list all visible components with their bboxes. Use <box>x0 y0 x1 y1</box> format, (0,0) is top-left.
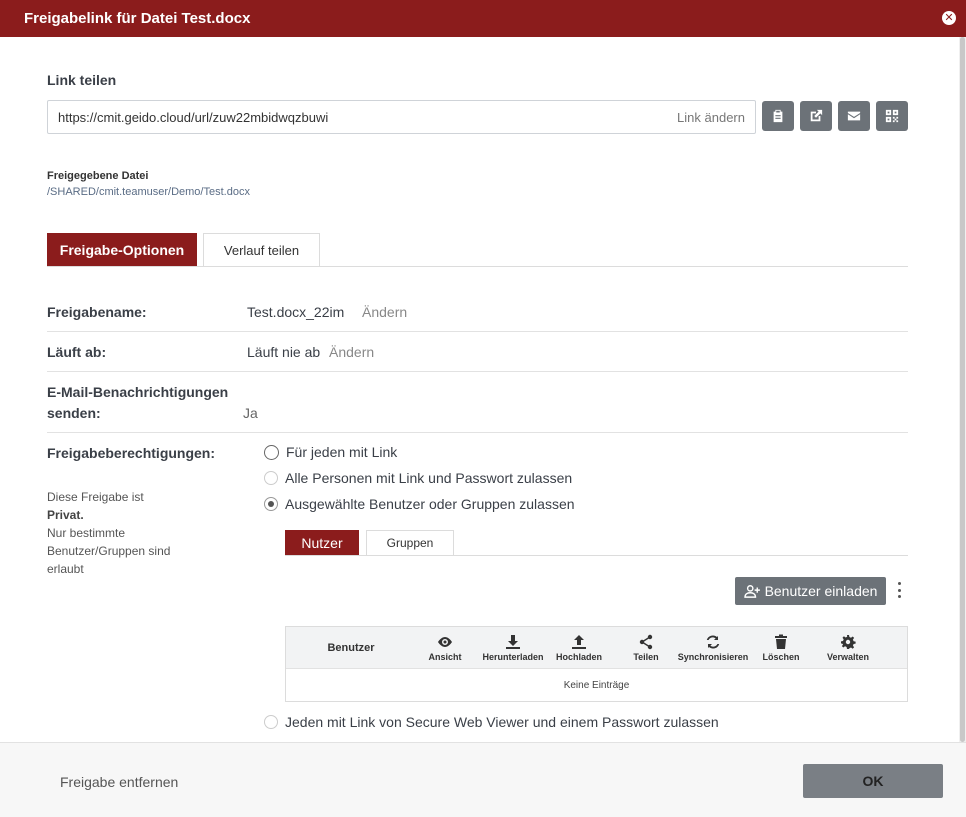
add-user-icon <box>743 585 760 598</box>
privacy-note-line: Nur bestimmte <box>47 526 126 540</box>
share-icon <box>639 634 653 650</box>
radio-button[interactable] <box>264 444 279 460</box>
column-download[interactable]: Herunterladen <box>478 627 548 669</box>
tab-users[interactable]: Nutzer <box>285 530 359 555</box>
share-link-url[interactable]: https://cmit.geido.cloud/url/zuw22mbidwq… <box>58 110 677 125</box>
column-download-label: Herunterladen <box>482 652 544 662</box>
permission-selected-users[interactable]: Ausgewählte Benutzer oder Gruppen zulass… <box>264 496 575 512</box>
privacy-note-line: erlaubt <box>47 562 84 576</box>
email-button[interactable] <box>838 101 870 131</box>
privacy-note-line: Diese Freigabe ist <box>47 490 144 504</box>
dialog-footer: Freigabe entfernen OK <box>0 742 966 817</box>
email-notify-label-line2: senden: <box>47 405 101 421</box>
privacy-note-line: Benutzer/Gruppen sind <box>47 544 171 558</box>
permissions-label: Freigabeberechtigungen: <box>47 445 216 461</box>
email-notify-value[interactable]: Ja <box>243 405 258 421</box>
column-share-label: Teilen <box>633 652 659 662</box>
sync-icon <box>706 635 720 649</box>
remove-share-button[interactable]: Freigabe entfernen <box>60 774 178 790</box>
share-link-dialog: Freigabelink für Datei Test.docx ✕ Link … <box>0 0 966 817</box>
external-link-icon <box>810 109 823 122</box>
expires-change-link[interactable]: Ändern <box>329 344 374 360</box>
gear-icon <box>841 635 856 649</box>
ok-button[interactable]: OK <box>803 764 943 798</box>
column-upload-label: Hochladen <box>555 652 602 662</box>
invite-user-label: Benutzer einladen <box>764 583 878 599</box>
radio-button-selected[interactable] <box>264 497 278 511</box>
column-upload[interactable]: Hochladen <box>550 627 608 669</box>
permission-anyone-with-link[interactable]: Für jeden mit Link <box>264 444 397 460</box>
users-table: Benutzer Ansicht Herunterladen Hochladen… <box>285 626 908 702</box>
open-link-button[interactable] <box>800 101 832 131</box>
share-name-value: Test.docx_22im <box>247 304 345 320</box>
qr-code-icon <box>885 109 899 123</box>
clipboard-icon <box>773 109 783 123</box>
download-icon <box>506 635 520 649</box>
tabs-divider <box>47 266 908 267</box>
expires-label: Läuft ab: <box>47 344 107 360</box>
radio-label: Jeden mit Link von Secure Web Viewer und… <box>285 714 719 730</box>
invite-user-button[interactable]: Benutzer einladen <box>735 577 886 605</box>
close-button[interactable]: ✕ <box>942 11 956 25</box>
users-table-header: Benutzer Ansicht Herunterladen Hochladen… <box>286 627 907 669</box>
share-name-change-link[interactable]: Ändern <box>362 304 407 320</box>
scrollbar[interactable] <box>959 37 966 742</box>
more-options-icon[interactable] <box>896 582 902 598</box>
privacy-note-status: Privat. <box>47 508 84 522</box>
divider <box>47 331 908 332</box>
tab-share-options[interactable]: Freigabe-Optionen <box>47 233 197 266</box>
permission-secure-web-viewer[interactable]: Jeden mit Link von Secure Web Viewer und… <box>264 714 719 730</box>
copy-button[interactable] <box>762 101 794 131</box>
column-sync[interactable]: Synchronisieren <box>678 627 748 669</box>
column-delete[interactable]: Löschen <box>754 627 808 669</box>
divider <box>47 371 908 372</box>
shared-file-path: /SHARED/cmit.teamuser/Demo/Test.docx <box>47 186 250 198</box>
share-name-label: Freigabename: <box>47 304 147 320</box>
expires-value: Läuft nie ab <box>247 344 321 360</box>
table-empty-message: Keine Einträge <box>563 680 630 691</box>
column-manage-label: Verwalten <box>826 652 870 662</box>
share-link-label: Link teilen <box>47 72 117 88</box>
tab-share-history[interactable]: Verlauf teilen <box>203 233 320 266</box>
change-link-button[interactable]: Link ändern <box>677 110 745 125</box>
radio-label: Für jeden mit Link <box>286 444 398 460</box>
radio-label: Alle Personen mit Link und Passwort zula… <box>285 470 573 486</box>
envelope-icon <box>847 111 861 121</box>
close-icon: ✕ <box>944 11 954 24</box>
dialog-title: Freigabelink für Datei Test.docx <box>24 10 251 27</box>
column-delete-label: Löschen <box>762 652 800 662</box>
dialog-titlebar: Freigabelink für Datei Test.docx ✕ <box>0 0 966 37</box>
radio-button[interactable] <box>264 471 278 485</box>
scrollbar-thumb[interactable] <box>960 37 965 742</box>
column-user[interactable]: Benutzer <box>286 627 416 669</box>
radio-dot <box>268 501 274 507</box>
column-sync-label: Synchronisieren <box>677 652 749 662</box>
column-view-label: Ansicht <box>428 652 462 662</box>
permission-link-and-password[interactable]: Alle Personen mit Link und Passwort zula… <box>264 470 572 486</box>
share-link-input[interactable]: https://cmit.geido.cloud/url/zuw22mbidwq… <box>47 100 756 134</box>
eye-icon <box>438 637 452 647</box>
column-view[interactable]: Ansicht <box>418 627 472 669</box>
radio-button[interactable] <box>264 715 278 729</box>
column-manage[interactable]: Verwalten <box>820 627 876 669</box>
column-share[interactable]: Teilen <box>620 627 672 669</box>
upload-icon <box>572 635 586 649</box>
email-notify-label-line1: E-Mail-Benachrichtigungen <box>47 384 229 400</box>
radio-label: Ausgewählte Benutzer oder Gruppen zulass… <box>285 496 575 512</box>
privacy-note: Diese Freigabe ist Privat. Nur bestimmte… <box>47 488 197 578</box>
tab-groups[interactable]: Gruppen <box>366 530 454 555</box>
subtabs-divider <box>285 555 908 556</box>
trash-icon <box>775 634 787 649</box>
shared-file-label: Freigegebene Datei <box>47 170 149 182</box>
divider <box>47 432 908 433</box>
qr-code-button[interactable] <box>876 101 908 131</box>
